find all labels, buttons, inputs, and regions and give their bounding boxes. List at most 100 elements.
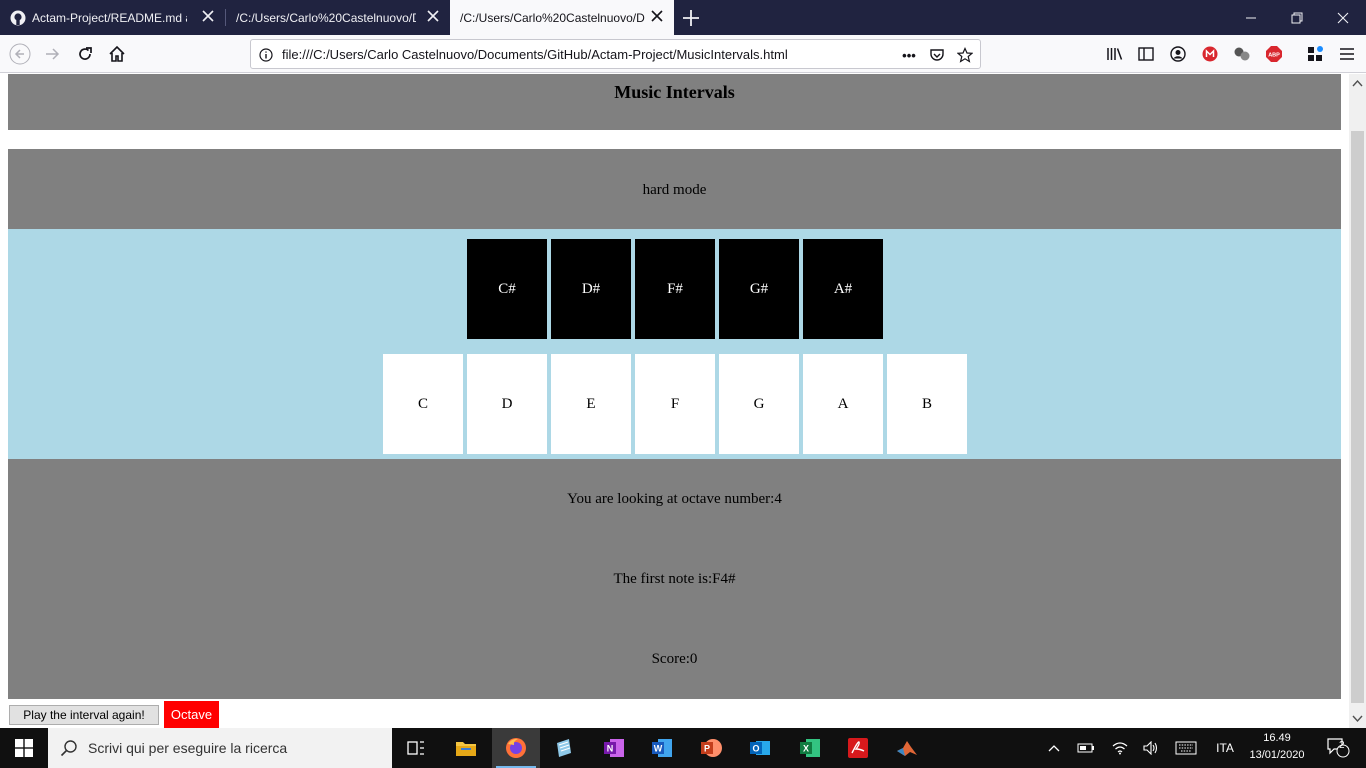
forward-button[interactable] xyxy=(38,40,66,68)
minimize-button[interactable] xyxy=(1228,0,1274,35)
play-interval-again-button[interactable]: Play the interval again! xyxy=(9,705,159,725)
close-icon[interactable] xyxy=(201,9,215,23)
battery-icon xyxy=(1077,743,1094,753)
search-icon xyxy=(60,740,77,757)
show-hidden-icons-button[interactable] xyxy=(1044,728,1064,768)
clock[interactable]: 16.49 13/01/2020 xyxy=(1244,730,1310,766)
tab-music-file-1[interactable]: /C:/Users/Carlo%20Castelnuovo/D xyxy=(226,0,450,35)
svg-text:O: O xyxy=(752,744,759,754)
minimize-icon xyxy=(1246,17,1256,18)
first-note-text: The first note is:F4# xyxy=(613,571,736,587)
key-c-sharp[interactable]: C# xyxy=(467,239,547,339)
home-icon xyxy=(109,45,125,62)
mode-label: hard mode xyxy=(642,182,707,198)
scroll-down-icon[interactable] xyxy=(1352,713,1363,724)
firefox-icon xyxy=(506,738,526,758)
key-a[interactable]: A xyxy=(803,354,883,454)
powerpoint-taskbar-button[interactable]: P xyxy=(687,728,735,768)
taskbar-search-box[interactable]: Scrivi qui per eseguire la ricerca xyxy=(48,728,392,768)
key-d-sharp[interactable]: D# xyxy=(551,239,631,339)
bookmark-star-icon[interactable] xyxy=(956,46,974,64)
scroll-thumb[interactable] xyxy=(1351,131,1364,703)
key-d[interactable]: D xyxy=(467,354,547,454)
sidebar-icon[interactable] xyxy=(1135,43,1157,65)
page-actions-menu-icon[interactable]: ••• xyxy=(900,46,918,64)
title-panel: Music Intervals xyxy=(8,74,1341,130)
action-center-button[interactable]: 2 xyxy=(1318,728,1358,768)
start-button[interactable] xyxy=(0,728,48,768)
octave-button[interactable]: Octave xyxy=(164,701,219,728)
close-icon xyxy=(1337,12,1349,23)
acrobat-taskbar-button[interactable] xyxy=(834,728,882,768)
tab-label: /C:/Users/Carlo%20Castelnuovo/D xyxy=(236,10,416,25)
key-a-sharp[interactable]: A# xyxy=(803,239,883,339)
hamburger-menu-icon[interactable] xyxy=(1336,43,1358,65)
outlook-taskbar-button[interactable]: O xyxy=(736,728,784,768)
close-icon[interactable] xyxy=(650,9,664,23)
reload-button[interactable] xyxy=(71,40,99,68)
github-icon xyxy=(10,10,26,25)
acrobat-icon xyxy=(848,738,868,758)
key-g[interactable]: G xyxy=(719,354,799,454)
restore-icon xyxy=(1291,12,1303,23)
info-icon[interactable] xyxy=(257,46,275,64)
task-view-button[interactable] xyxy=(392,728,440,768)
keyboard-icon xyxy=(1175,741,1197,755)
pocket-icon[interactable] xyxy=(928,46,946,64)
excel-taskbar-button[interactable]: X xyxy=(786,728,834,768)
svg-text:P: P xyxy=(704,744,710,754)
page-title: Music Intervals xyxy=(614,82,735,102)
firefox-taskbar-button[interactable] xyxy=(492,728,540,768)
clock-time: 16.49 xyxy=(1263,732,1291,744)
volume-tray-button[interactable] xyxy=(1140,728,1162,768)
close-window-button[interactable] xyxy=(1320,0,1366,35)
extensions-puzzle-icon[interactable] xyxy=(1304,43,1326,65)
taskbar: Scrivi qui per eseguire la ricerca N W P… xyxy=(0,728,1366,768)
matlab-taskbar-button[interactable] xyxy=(883,728,931,768)
key-f-sharp[interactable]: F# xyxy=(635,239,715,339)
extension-icon[interactable] xyxy=(1231,43,1253,65)
key-b[interactable]: B xyxy=(887,354,967,454)
tab-music-intervals[interactable]: /C:/Users/Carlo%20Castelnuovo/D xyxy=(450,0,674,35)
battery-tray-button[interactable] xyxy=(1074,728,1098,768)
address-bar[interactable]: file:///C:/Users/Carlo Castelnuovo/Docum… xyxy=(250,39,981,69)
scroll-up-icon[interactable] xyxy=(1352,78,1363,89)
navigation-bar: file:///C:/Users/Carlo Castelnuovo/Docum… xyxy=(0,35,1366,73)
adblock-plus-icon[interactable]: ABP xyxy=(1263,43,1285,65)
key-f[interactable]: F xyxy=(635,354,715,454)
svg-text:N: N xyxy=(607,744,614,754)
wifi-icon xyxy=(1112,742,1128,755)
file-explorer-button[interactable] xyxy=(442,728,490,768)
app-taskbar-button[interactable] xyxy=(540,728,588,768)
search-placeholder: Scrivi qui per eseguire la ricerca xyxy=(88,740,288,756)
key-c[interactable]: C xyxy=(383,354,463,454)
task-view-icon xyxy=(407,741,424,755)
key-e[interactable]: E xyxy=(551,354,631,454)
touch-keyboard-button[interactable] xyxy=(1172,728,1200,768)
key-g-sharp[interactable]: G# xyxy=(719,239,799,339)
svg-text:ABP: ABP xyxy=(1268,53,1280,59)
vertical-scrollbar[interactable] xyxy=(1349,74,1366,728)
home-button[interactable] xyxy=(103,40,131,68)
url-text[interactable]: file:///C:/Users/Carlo Castelnuovo/Docum… xyxy=(282,47,788,62)
close-icon[interactable] xyxy=(426,9,440,23)
svg-text:W: W xyxy=(654,744,663,754)
back-button[interactable] xyxy=(6,40,34,68)
account-icon[interactable] xyxy=(1167,43,1189,65)
word-taskbar-button[interactable]: W xyxy=(638,728,686,768)
onenote-taskbar-button[interactable]: N xyxy=(590,728,638,768)
library-icon[interactable] xyxy=(1104,43,1126,65)
windows-logo-icon xyxy=(15,739,33,757)
wifi-tray-button[interactable] xyxy=(1108,728,1132,768)
tab-label: /C:/Users/Carlo%20Castelnuovo/D xyxy=(460,10,645,25)
notepad-app-icon xyxy=(557,739,571,757)
tab-readme[interactable]: Actam-Project/README.md at xyxy=(0,0,225,35)
info-panel: You are looking at octave number:4 The f… xyxy=(8,459,1341,699)
word-icon: W xyxy=(652,739,672,757)
restore-button[interactable] xyxy=(1274,0,1320,35)
page-viewport: Music Intervals hard mode C# D# F# G# A#… xyxy=(0,74,1349,728)
matlab-icon xyxy=(897,741,917,756)
input-language[interactable]: ITA xyxy=(1210,728,1240,768)
new-tab-icon[interactable] xyxy=(678,5,704,31)
mega-extension-icon[interactable] xyxy=(1199,43,1221,65)
